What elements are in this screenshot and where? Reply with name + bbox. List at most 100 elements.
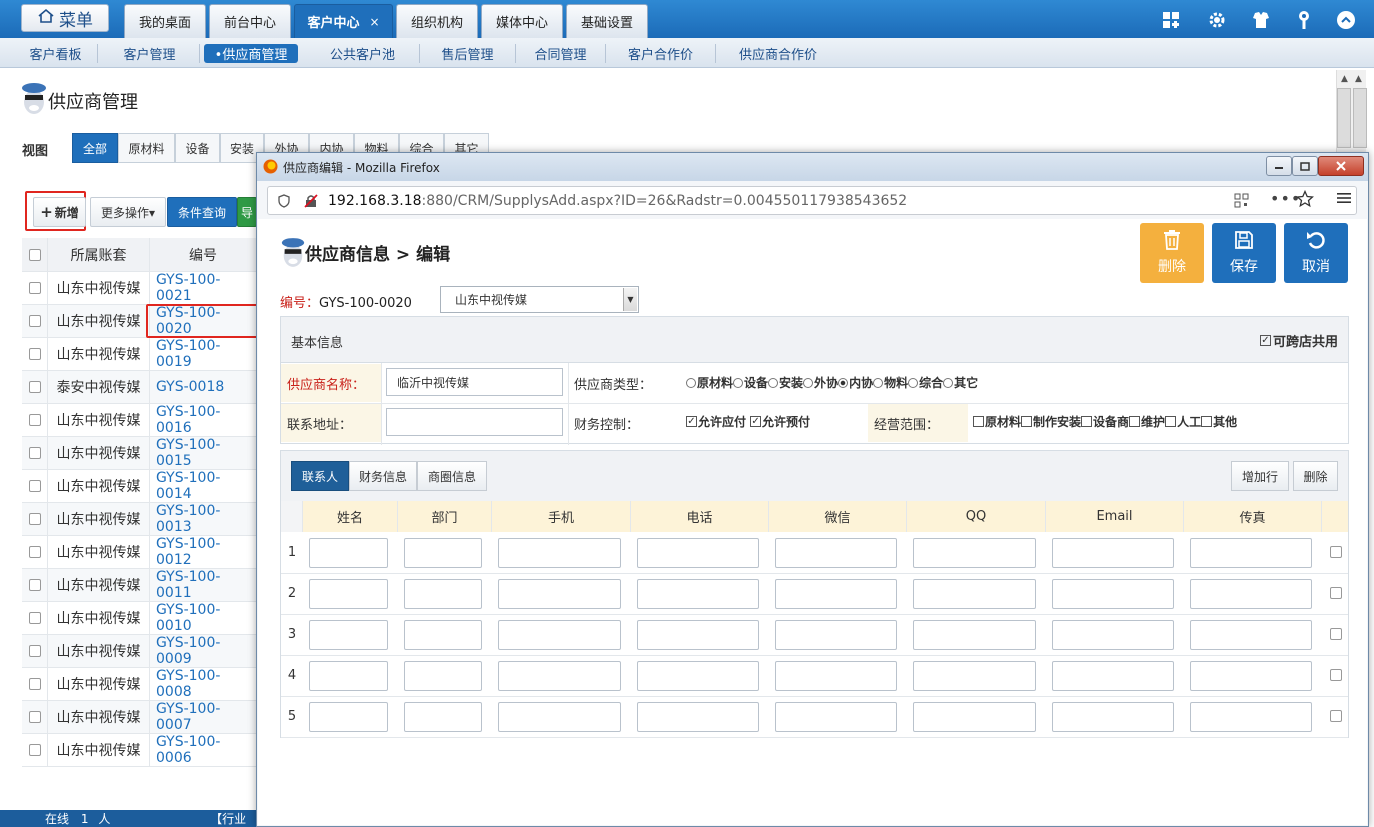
chevron-down-icon[interactable]: ▼ (623, 288, 637, 311)
row-checkbox[interactable] (1330, 587, 1342, 599)
scope-option[interactable]: 维护 (1129, 413, 1165, 430)
table-row[interactable]: 山东中视传媒 GYS-100-0016 (22, 404, 256, 437)
tab-finance-info[interactable]: 财务信息 (349, 461, 417, 491)
checkbox-icon[interactable] (1201, 416, 1213, 427)
contact-input[interactable] (913, 661, 1036, 691)
view-tab-raw[interactable]: 原材料 (118, 133, 175, 163)
supplier-code-link[interactable]: GYS-0018 (149, 371, 256, 403)
gear-icon[interactable] (1206, 9, 1228, 31)
contact-input[interactable] (498, 702, 621, 732)
contact-input[interactable] (637, 702, 759, 732)
menu-button[interactable]: 菜单 (21, 4, 109, 32)
table-row[interactable]: 山东中视传媒 GYS-100-0010 (22, 602, 256, 635)
contact-input[interactable] (637, 661, 759, 691)
contact-input[interactable] (1190, 661, 1312, 691)
row-checkbox[interactable] (28, 678, 41, 690)
close-window-button[interactable] (1318, 156, 1364, 176)
scroll-thumb[interactable] (1353, 88, 1367, 148)
contact-input[interactable] (775, 661, 897, 691)
contact-input[interactable] (309, 620, 388, 650)
table-row[interactable]: 山东中视传媒 GYS-100-0021 (22, 272, 256, 305)
row-checkbox[interactable] (28, 315, 41, 327)
supplier-type-option[interactable]: 其它 (943, 374, 978, 391)
table-row[interactable]: 山东中视传媒 GYS-100-0006 (22, 734, 256, 767)
table-row[interactable]: 山东中视传媒 GYS-100-0019 (22, 338, 256, 371)
add-button[interactable]: + 新增 (33, 197, 86, 227)
contact-input[interactable] (1190, 702, 1312, 732)
maximize-button[interactable] (1292, 156, 1318, 176)
contact-input[interactable] (404, 579, 482, 609)
chevron-up-icon[interactable] (1335, 9, 1357, 31)
radio-icon[interactable] (908, 377, 919, 388)
contact-input[interactable] (309, 538, 388, 568)
supplier-code-link[interactable]: GYS-100-0021 (149, 272, 256, 304)
radio-icon[interactable] (838, 377, 849, 388)
checkbox-checked-icon[interactable]: ✓ (750, 416, 762, 427)
scope-option[interactable]: 其他 (1201, 413, 1237, 430)
contact-input[interactable] (775, 579, 897, 609)
supplier-code-link[interactable]: GYS-100-0016 (149, 404, 256, 436)
view-tab-equipment[interactable]: 设备 (175, 133, 220, 163)
row-checkbox[interactable] (28, 282, 41, 294)
row-checkbox[interactable] (28, 711, 41, 723)
tab-organization[interactable]: 组织机构 (396, 4, 478, 38)
contact-input[interactable] (775, 620, 897, 650)
supplier-code-link[interactable]: GYS-100-0008 (149, 668, 256, 700)
radio-icon[interactable] (873, 377, 884, 388)
subnav-item-supplier-manage[interactable]: •供应商管理 (204, 44, 298, 63)
contact-input[interactable] (404, 620, 482, 650)
contact-input[interactable] (775, 538, 897, 568)
supplier-type-option[interactable]: 设备 (733, 374, 768, 391)
contact-input[interactable] (498, 579, 621, 609)
radio-icon[interactable] (686, 377, 696, 388)
col-account[interactable]: 所属账套 (47, 238, 149, 271)
table-row[interactable]: 山东中视传媒 GYS-100-0013 (22, 503, 256, 536)
supplier-code-link[interactable]: GYS-100-0011 (149, 569, 256, 601)
checkbox-icon[interactable] (1129, 416, 1141, 427)
checkbox-checked-icon[interactable]: ✓ (686, 416, 697, 427)
table-row[interactable]: 山东中视传媒 GYS-100-0014 (22, 470, 256, 503)
row-checkbox[interactable] (1330, 669, 1342, 681)
contact-input[interactable] (498, 661, 621, 691)
close-icon[interactable]: × (369, 15, 379, 29)
row-checkbox[interactable] (28, 381, 41, 393)
row-checkbox[interactable] (1330, 710, 1342, 722)
scroll-up-icon[interactable]: ▲ (1355, 74, 1362, 84)
subnav-item-public-pool[interactable]: 公共客户池 (306, 44, 420, 63)
contact-input[interactable] (913, 620, 1036, 650)
supplier-code-link[interactable]: GYS-100-0010 (149, 602, 256, 634)
tab-customer-center[interactable]: 客户中心 × (294, 4, 393, 38)
contact-input[interactable] (913, 702, 1036, 732)
row-checkbox[interactable] (28, 480, 41, 492)
contact-input[interactable] (1052, 620, 1174, 650)
contact-input[interactable] (1052, 579, 1174, 609)
supplier-type-option[interactable]: 综合 (908, 374, 943, 391)
supplier-code-link[interactable]: GYS-100-0007 (149, 701, 256, 733)
contact-input[interactable] (498, 538, 621, 568)
supplier-name-input[interactable]: 临沂中视传媒 (386, 368, 563, 396)
supplier-code-link[interactable]: GYS-100-0009 (149, 635, 256, 667)
row-checkbox[interactable] (28, 348, 41, 360)
contact-input[interactable] (1052, 702, 1174, 732)
contact-input[interactable] (775, 702, 897, 732)
contact-input[interactable] (1052, 661, 1174, 691)
contact-input[interactable] (637, 620, 759, 650)
contact-input[interactable] (637, 538, 759, 568)
contact-input[interactable] (1190, 538, 1312, 568)
supplier-code-link[interactable]: GYS-100-0013 (149, 503, 256, 535)
row-checkbox[interactable] (28, 612, 41, 624)
row-checkbox[interactable] (1330, 628, 1342, 640)
table-row[interactable]: 泰安中视传媒 GYS-0018 (22, 371, 256, 404)
col-code[interactable]: 编号 (149, 238, 256, 271)
table-row[interactable]: 山东中视传媒 GYS-100-0015 (22, 437, 256, 470)
add-row-button[interactable]: 增加行 (1231, 461, 1289, 491)
supplier-code-link[interactable]: GYS-100-0015 (149, 437, 256, 469)
address-input[interactable] (386, 408, 563, 436)
supplier-type-option[interactable]: 物料 (873, 374, 908, 391)
condition-query-button[interactable]: 条件查询 (167, 197, 237, 227)
contact-input[interactable] (404, 538, 482, 568)
subnav-item-customer-manage[interactable]: 客户管理 (100, 44, 200, 63)
contact-input[interactable] (1190, 620, 1312, 650)
row-checkbox[interactable] (28, 546, 41, 558)
row-checkbox[interactable] (28, 579, 41, 591)
